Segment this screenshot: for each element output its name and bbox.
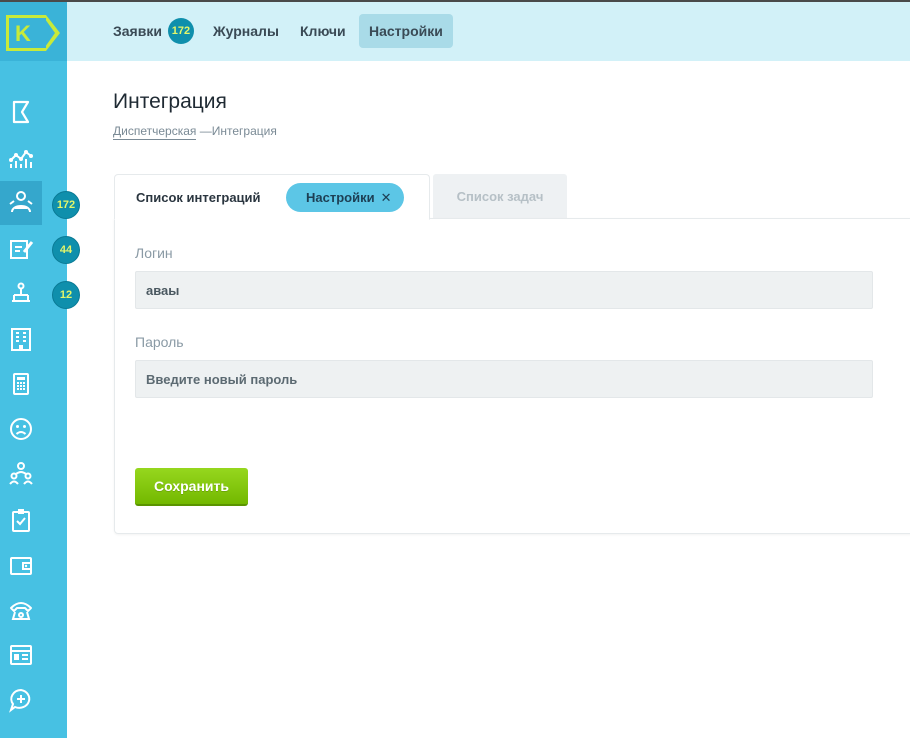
nav-item-label: Ключи bbox=[300, 23, 346, 39]
sidebar-item-calls[interactable] bbox=[0, 588, 42, 632]
sidebar-item-tasks[interactable] bbox=[0, 498, 42, 542]
nav-badge-requests: 172 bbox=[167, 18, 194, 44]
clipboard-check-icon bbox=[12, 509, 30, 532]
phone-icon bbox=[10, 602, 32, 620]
nav-item-requests[interactable]: Заявки 172 bbox=[113, 14, 194, 48]
sidebar-item-journal[interactable] bbox=[0, 227, 42, 271]
analytics-icon bbox=[9, 150, 33, 168]
sidebar-item-calculator[interactable] bbox=[0, 362, 42, 406]
password-field[interactable]: Введите новый пароль bbox=[135, 360, 873, 398]
keys-icon bbox=[12, 282, 30, 302]
flag-icon bbox=[12, 100, 30, 124]
nav-item-label: Заявки bbox=[113, 23, 162, 39]
breadcrumb-current: Интеграция bbox=[211, 124, 277, 138]
logo[interactable]: K bbox=[0, 2, 67, 61]
sidebar-item-analytics[interactable] bbox=[0, 136, 42, 180]
group-icon bbox=[9, 191, 33, 213]
page-title: Интеграция bbox=[113, 90, 227, 113]
sidebar-badge-keys: 12 bbox=[52, 281, 80, 309]
chat-add-icon bbox=[9, 688, 31, 713]
users-icon bbox=[9, 462, 33, 485]
breadcrumb-link-dispatcher[interactable]: Диспетчерская bbox=[113, 124, 197, 140]
tab-task-list[interactable]: Список задач bbox=[433, 174, 567, 218]
sad-face-icon bbox=[10, 418, 32, 440]
nav-item-label: Настройки bbox=[369, 23, 443, 39]
sidebar-item-cards[interactable] bbox=[0, 633, 42, 677]
save-button[interactable]: Сохранить bbox=[135, 468, 248, 506]
sidebar-badge-journal: 44 bbox=[52, 236, 80, 264]
tab-settings-pill[interactable]: Настройки ✕ bbox=[286, 183, 404, 212]
pill-label: Настройки bbox=[306, 190, 375, 205]
logo-letter: K bbox=[15, 21, 31, 46]
id-card-icon bbox=[10, 645, 32, 665]
sidebar-item-keys[interactable] bbox=[0, 272, 42, 316]
nav-item-journals[interactable]: Журналы bbox=[213, 14, 279, 48]
sidebar-item-flag[interactable] bbox=[0, 90, 42, 134]
sidebar: K 172 44 12 bbox=[0, 2, 80, 738]
login-field[interactable]: аваы bbox=[135, 271, 873, 309]
nav-item-settings[interactable]: Настройки bbox=[359, 14, 453, 48]
password-label: Пароль bbox=[135, 334, 184, 350]
sidebar-item-buildings[interactable] bbox=[0, 317, 42, 361]
sidebar-badge-requests: 172 bbox=[52, 191, 80, 219]
breadcrumb-separator: — bbox=[199, 124, 212, 138]
sidebar-item-users[interactable] bbox=[0, 452, 42, 496]
nav-item-keys[interactable]: Ключи bbox=[300, 14, 346, 48]
edit-note-icon bbox=[10, 240, 34, 259]
sidebar-item-wallet[interactable] bbox=[0, 543, 42, 587]
calculator-icon bbox=[13, 373, 29, 395]
tab-integrations-list[interactable]: Список интеграций Настройки ✕ bbox=[114, 174, 430, 220]
top-nav: Заявки 172 Журналы Ключи Настройки bbox=[67, 2, 910, 61]
close-icon[interactable]: ✕ bbox=[381, 190, 392, 206]
sidebar-item-complaints[interactable] bbox=[0, 407, 42, 451]
breadcrumb: Диспетчерская —Интеграция bbox=[113, 124, 277, 140]
nav-item-label: Журналы bbox=[213, 23, 279, 39]
sidebar-item-chat[interactable] bbox=[0, 678, 42, 722]
tab-label: Список интеграций bbox=[136, 190, 261, 205]
login-label: Логин bbox=[135, 245, 173, 261]
sidebar-item-requests[interactable] bbox=[0, 181, 42, 225]
wallet-icon bbox=[10, 557, 32, 575]
building-icon bbox=[11, 328, 31, 351]
